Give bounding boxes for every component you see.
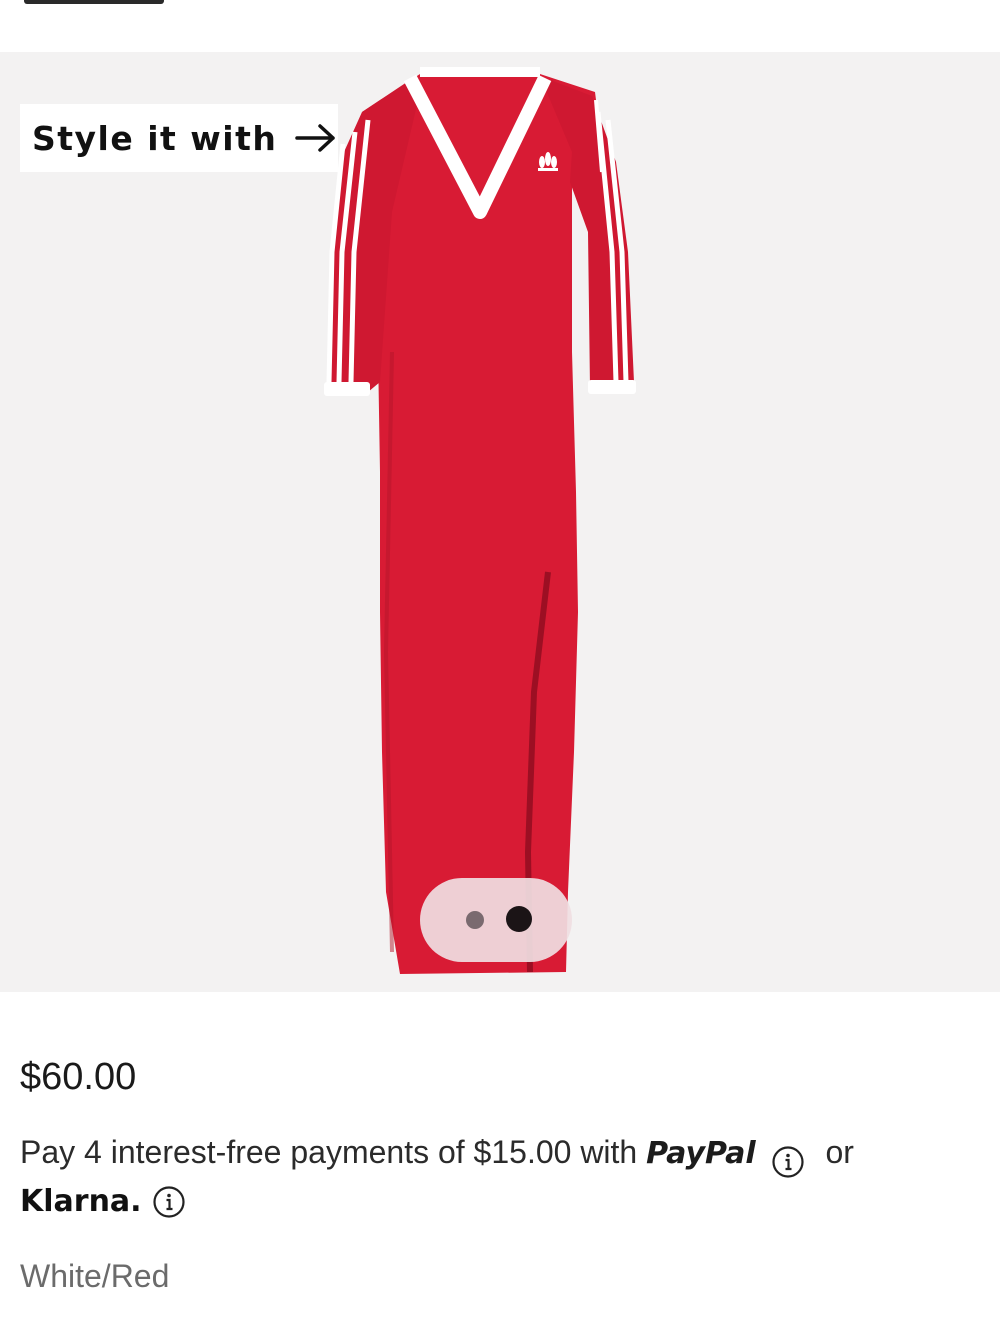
or-text: or: [825, 1134, 854, 1170]
installment-text: Pay 4 interest-free payments of $15.00 w…: [20, 1134, 638, 1170]
style-it-with-label: Style it with: [32, 118, 278, 158]
carousel-pagination[interactable]: [420, 878, 572, 962]
style-it-with-button[interactable]: Style it with: [20, 104, 338, 172]
info-icon[interactable]: [771, 1138, 805, 1178]
info-icon[interactable]: [152, 1185, 186, 1219]
carousel-dot-active[interactable]: [506, 906, 532, 932]
product-price: $60.00: [20, 1056, 137, 1098]
carousel-dot[interactable]: [466, 911, 484, 929]
arrow-right-icon: [295, 123, 337, 153]
product-image-gallery[interactable]: Style it with: [0, 52, 1000, 992]
klarna-row: Klarna.: [20, 1184, 192, 1219]
klarna-brand[interactable]: Klarna.: [20, 1184, 142, 1219]
truncated-header-text: [24, 0, 164, 4]
installment-message: Pay 4 interest-free payments of $15.00 w…: [20, 1122, 980, 1184]
paypal-brand[interactable]: PayPal: [646, 1136, 756, 1171]
product-image-dress: [324, 67, 636, 974]
product-color-name: White/Red: [20, 1258, 170, 1294]
